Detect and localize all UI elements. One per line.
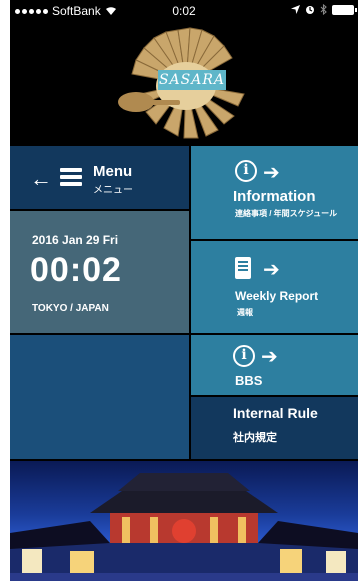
current-time: 00:02 [30,251,122,289]
bbs-title: BBS [235,373,263,388]
weekly-report-title: Weekly Report [235,289,319,303]
hamburger-icon [60,168,82,186]
internal-rule-subtitle: 社内規定 [233,432,277,444]
menu-button[interactable]: ← Menu メニュー [10,146,189,209]
chevron-right-icon: ➔ [263,162,280,184]
weekly-report-subtitle: 週報 [237,308,253,317]
back-arrow-icon: ← [30,166,52,191]
menu-sublabel: メニュー [93,185,133,196]
alarm-icon [306,5,314,14]
battery-icon [332,4,357,15]
current-date: 2016 Jan 29 Fri [32,233,119,247]
info-circle-icon: i [235,160,257,182]
location-arrow-icon [291,5,300,14]
empty-tile [10,335,189,459]
chevron-right-icon: ➔ [263,259,280,281]
logo-text: SASARA [158,70,226,90]
information-button[interactable]: i ➔ Information 連絡事項 / 年間スケジュール [191,146,358,239]
report-document-icon [235,257,251,279]
chevron-right-icon: ➔ [261,346,278,368]
weekly-report-button[interactable]: ➔ Weekly Report 週報 [191,241,358,333]
bbs-button[interactable]: i ➔ BBS [191,335,358,395]
menu-label: Menu [93,163,133,180]
status-bar: SoftBank 0:02 [10,0,358,22]
bluetooth-icon [320,4,327,15]
information-subtitle: 連絡事項 / 年間スケジュール [235,209,338,218]
app-screen: SoftBank 0:02 SASARA ← Menu メニュー 2016 Ja… [10,0,358,581]
clock-panel: 2016 Jan 29 Fri 00:02 TOKYO / JAPAN [10,211,189,333]
info-circle-icon: i [233,345,255,367]
internal-rule-title: Internal Rule [233,405,318,421]
information-title: Information [233,188,316,205]
header-banner: SASARA [10,22,358,145]
location-label: TOKYO / JAPAN [32,303,109,314]
temple-illustration [10,473,358,581]
temple-photo [10,461,358,581]
internal-rule-button[interactable]: Internal Rule 社内規定 [191,397,358,459]
